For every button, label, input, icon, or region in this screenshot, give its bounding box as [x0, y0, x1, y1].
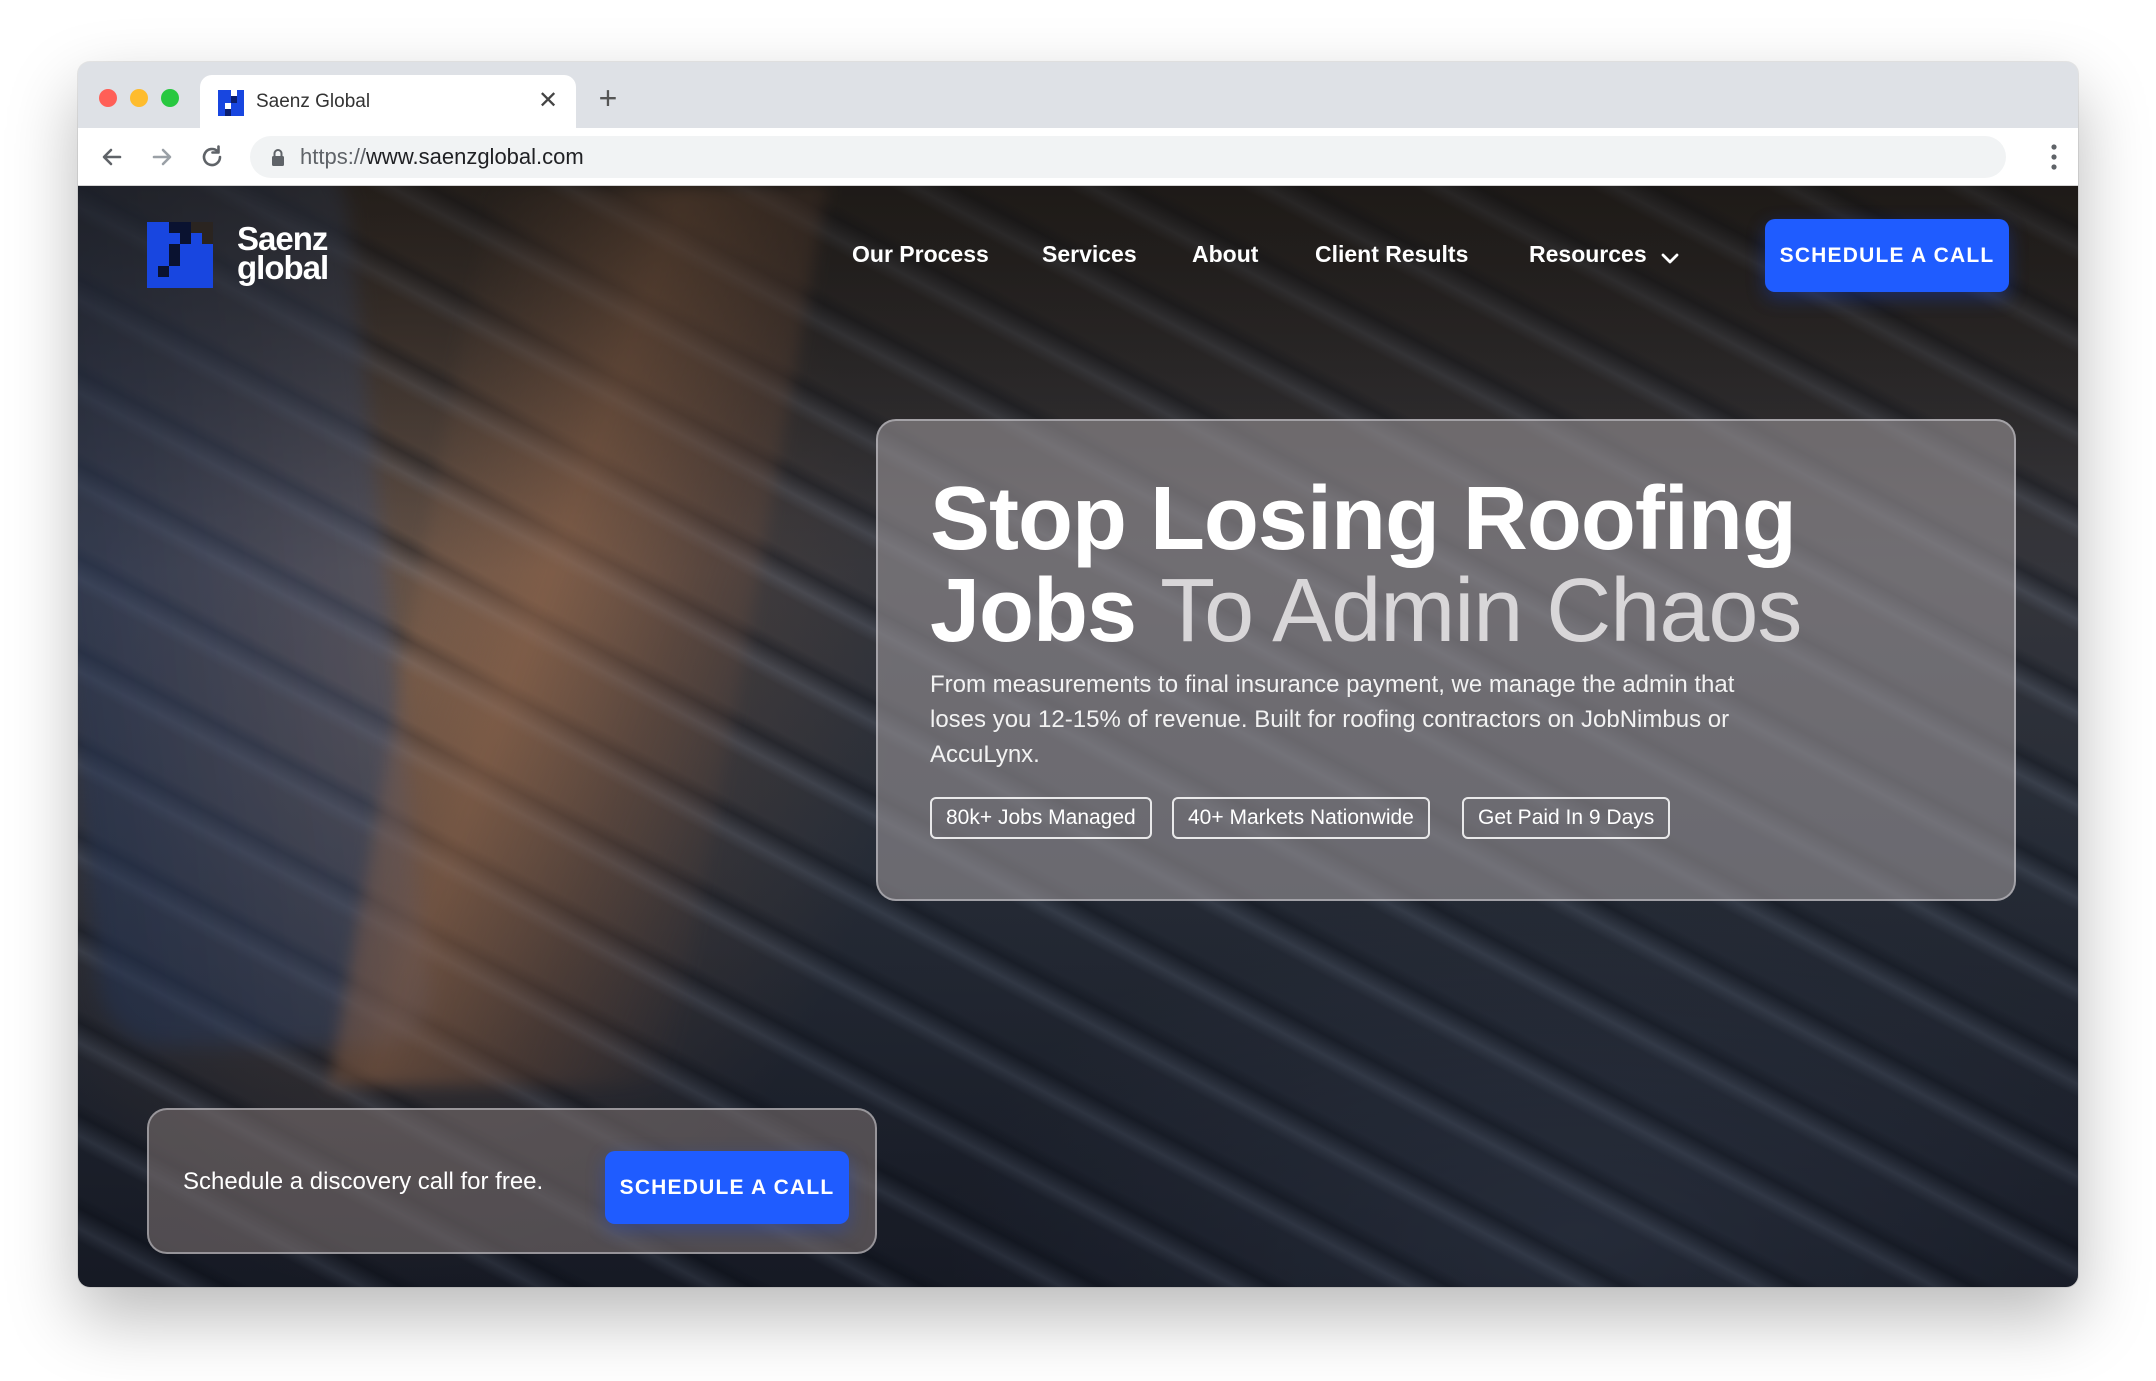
hero-title-line-2-muted: To Admin Chaos [1160, 561, 1802, 661]
more-menu-icon[interactable] [2048, 142, 2060, 172]
logo-mark-icon [147, 222, 213, 288]
nav-resources-label: Resources [1529, 241, 1647, 267]
tab-active[interactable]: Saenz Global ✕ [200, 75, 576, 128]
close-window-button[interactable] [99, 89, 117, 107]
schedule-call-cta-button[interactable]: SCHEDULE A CALL [605, 1151, 849, 1224]
reload-icon[interactable] [196, 141, 228, 173]
tab-strip: Saenz Global ✕ + [78, 62, 2078, 128]
page-viewport: Saenz global Our Process Services About … [78, 186, 2078, 1287]
url-host: www.saenzglobal.com [366, 144, 584, 169]
hero-title: Stop Losing Roofing Jobs To Admin Chaos [930, 473, 1802, 657]
address-bar[interactable]: https://www.saenzglobal.com [250, 136, 2006, 178]
stat-pill: 40+ Markets Nationwide [1172, 797, 1430, 839]
hero-title-line-2-strong: Jobs [930, 561, 1137, 661]
url-scheme: https:// [300, 144, 367, 169]
lock-icon [272, 149, 284, 166]
cta-card: Schedule a discovery call for free. SCHE… [147, 1108, 877, 1254]
tab-close-icon[interactable]: ✕ [534, 87, 562, 115]
browser-window: Saenz Global ✕ + https://www.saenzglobal… [78, 62, 2078, 1287]
url-text: https://www.saenzglobal.com [300, 145, 584, 169]
stat-pill: 80k+ Jobs Managed [930, 797, 1152, 839]
chevron-down-icon [1661, 253, 1679, 264]
hero-card: Stop Losing Roofing Jobs To Admin Chaos … [876, 419, 2016, 901]
site-logo[interactable]: Saenz global [147, 222, 347, 290]
hero-subtitle: From measurements to final insurance pay… [930, 671, 1735, 768]
stat-pill: Get Paid In 9 Days [1462, 797, 1671, 839]
maximize-window-button[interactable] [161, 89, 179, 107]
nav-services[interactable]: Services [1042, 240, 1137, 268]
nav-about[interactable]: About [1192, 240, 1258, 268]
site-favicon-icon [218, 90, 244, 116]
nav-client-results[interactable]: Client Results [1315, 240, 1468, 268]
cta-text: Schedule a discovery call for free. [183, 1168, 544, 1195]
new-tab-button[interactable]: + [590, 80, 626, 116]
nav-resources[interactable]: Resources [1529, 240, 1679, 268]
minimize-window-button[interactable] [130, 89, 148, 107]
forward-arrow-icon[interactable] [146, 141, 178, 173]
logo-wordmark: Saenz global [237, 222, 329, 286]
schedule-call-header-button[interactable]: SCHEDULE A CALL [1765, 219, 2009, 292]
tab-title: Saenz Global [256, 91, 371, 112]
hero-title-line-1: Stop Losing Roofing [930, 469, 1797, 569]
logo-line-2: global [237, 249, 329, 286]
back-arrow-icon[interactable] [96, 141, 128, 173]
browser-toolbar: https://www.saenzglobal.com [78, 128, 2078, 186]
nav-our-process[interactable]: Our Process [852, 240, 989, 268]
